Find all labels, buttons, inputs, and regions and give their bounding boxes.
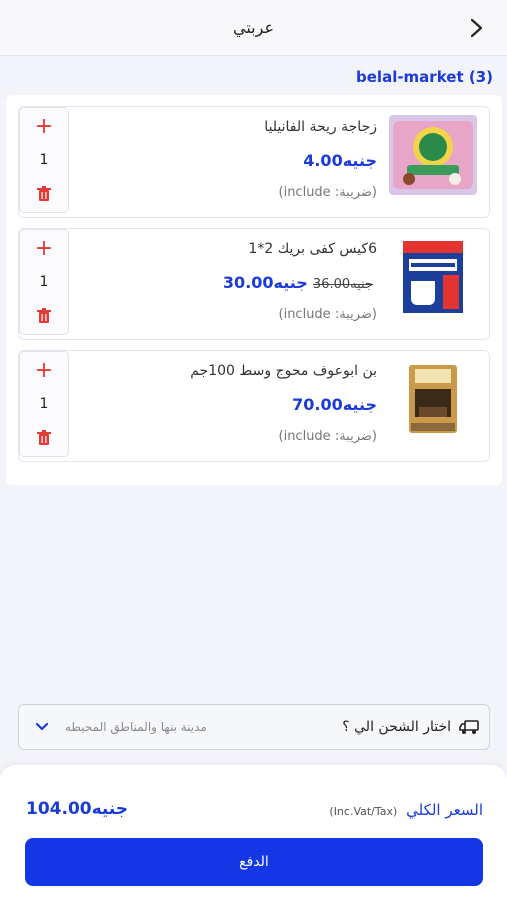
pay-button[interactable]: الدفع bbox=[25, 838, 483, 886]
store-title: belal-market (3) bbox=[356, 68, 493, 86]
trash-icon[interactable] bbox=[37, 186, 51, 202]
cart-item: + 1 بن ابوعوف محوج وسط 100جم جنيه70.00 (… bbox=[18, 350, 490, 462]
abu-auf-coffee-product-image[interactable] bbox=[389, 359, 477, 439]
tax-note: (ضريبة: include) bbox=[278, 429, 378, 444]
quantity-value: 1 bbox=[39, 152, 49, 168]
tax-note: (ضريبة: include) bbox=[278, 307, 378, 322]
quantity-stepper: + 1 bbox=[19, 351, 69, 457]
old-price: جنيه36.00 bbox=[312, 277, 373, 292]
total-value: جنيه104.00 bbox=[26, 799, 129, 819]
checkout-summary: السعر الكلي (Inc.Vat/Tax) جنيه104.00 الد… bbox=[0, 765, 507, 900]
vat-note: (Inc.Vat/Tax) bbox=[329, 805, 398, 818]
shipping-label: اختار الشحن الي ؟ bbox=[342, 719, 451, 735]
increase-quantity-button[interactable]: + bbox=[20, 116, 68, 138]
app-header: عربتي bbox=[0, 0, 507, 56]
cart-item: + 1 زجاجة ريحة الفانيليا جنيه4.00 (ضريبة… bbox=[18, 106, 490, 218]
total-label-text: السعر الكلي bbox=[406, 801, 483, 819]
tax-note: (ضريبة: include) bbox=[278, 185, 378, 200]
price-row: جنيه36.00 جنيه30.00 bbox=[223, 273, 377, 292]
coffee-break-product-image[interactable] bbox=[389, 237, 477, 317]
trash-icon[interactable] bbox=[37, 308, 51, 324]
quantity-stepper: + 1 bbox=[19, 229, 69, 335]
cart-item: + 1 6كيس كفى بريك 2*1 جنيه36.00 جنيه30.0… bbox=[18, 228, 490, 340]
product-price: جنيه30.00 bbox=[222, 273, 308, 292]
total-label: السعر الكلي (Inc.Vat/Tax) bbox=[329, 801, 483, 819]
chevron-down-icon[interactable] bbox=[35, 721, 49, 733]
vanilla-bottle-product-image[interactable] bbox=[389, 115, 477, 195]
trash-icon[interactable] bbox=[37, 430, 51, 446]
product-name: زجاجة ريحة الفانيليا bbox=[264, 119, 377, 135]
price-row: جنيه4.00 bbox=[303, 151, 377, 170]
product-name: 6كيس كفى بريك 2*1 bbox=[248, 241, 377, 257]
quantity-value: 1 bbox=[39, 396, 49, 412]
truck-icon bbox=[459, 720, 479, 734]
product-name: بن ابوعوف محوج وسط 100جم bbox=[190, 363, 377, 379]
price-row: جنيه70.00 bbox=[292, 395, 377, 414]
increase-quantity-button[interactable]: + bbox=[20, 360, 68, 382]
quantity-value: 1 bbox=[39, 274, 49, 290]
chevron-right-icon[interactable] bbox=[465, 14, 489, 42]
quantity-stepper: + 1 bbox=[19, 107, 69, 213]
product-price: جنيه4.00 bbox=[303, 151, 377, 170]
shipping-select[interactable]: اختار الشحن الي ؟ مدينة بنها والمناطق ال… bbox=[18, 704, 490, 750]
shipping-value: مدينة بنها والمناطق المحيطه bbox=[65, 720, 207, 734]
increase-quantity-button[interactable]: + bbox=[20, 238, 68, 260]
page-title: عربتي bbox=[233, 18, 274, 37]
product-price: جنيه70.00 bbox=[292, 395, 377, 414]
